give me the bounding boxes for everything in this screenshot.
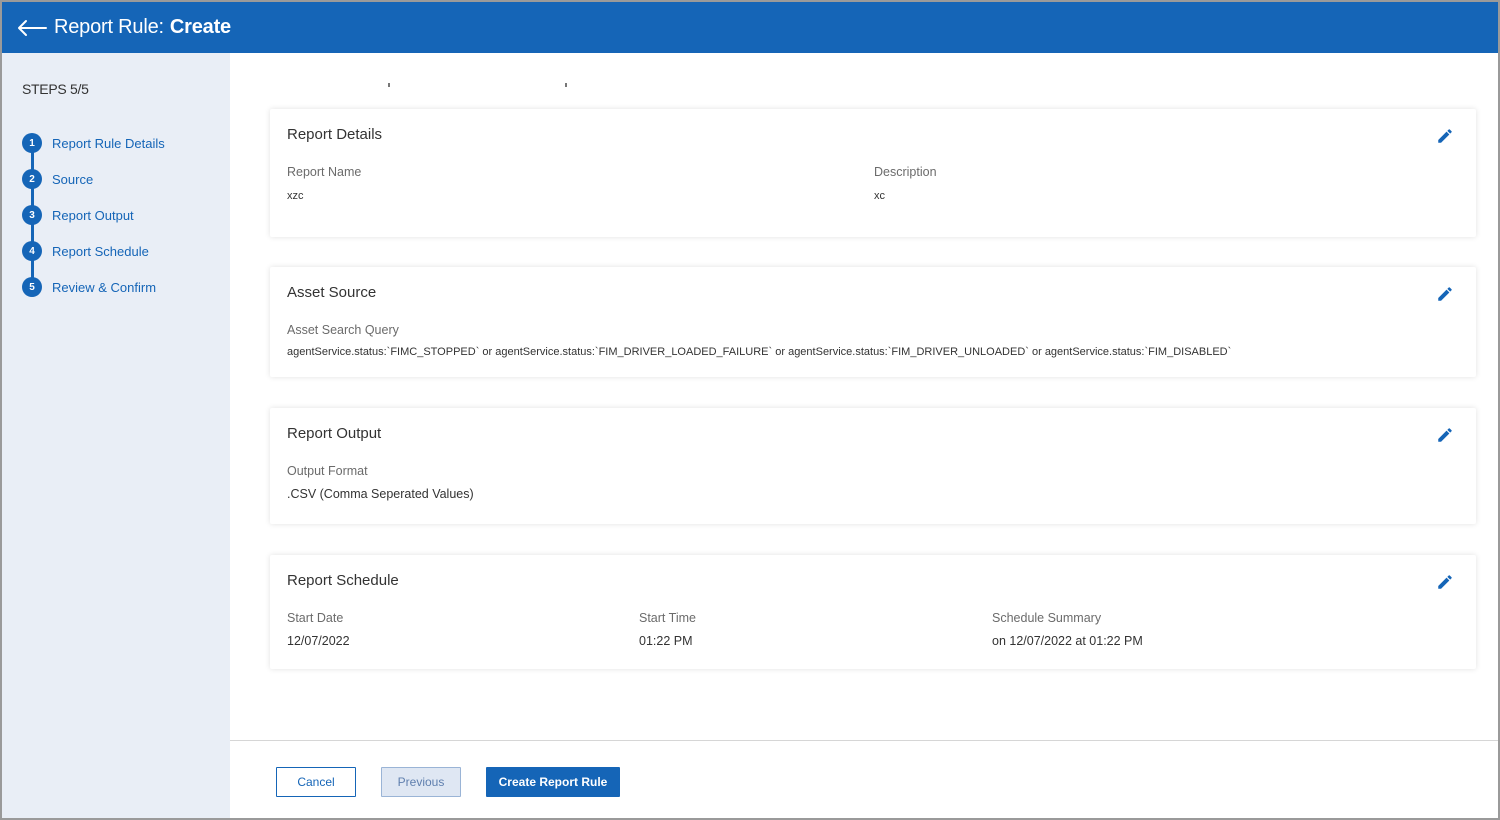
steps-list: 1 Report Rule Details 2 Source 3 Report … <box>22 125 222 305</box>
field-label: Output Format <box>287 464 368 478</box>
page-title: Report Rule: Create <box>54 16 231 39</box>
step-report-rule-details[interactable]: 1 Report Rule Details <box>22 125 222 161</box>
report-output-card: Report Output Output Format .CSV (Comma … <box>270 408 1476 524</box>
step-number: 4 <box>22 241 42 261</box>
cancel-button[interactable]: Cancel <box>276 767 356 797</box>
step-number: 2 <box>22 169 42 189</box>
card-title: Report Details <box>287 126 383 143</box>
field-label: Report Name <box>287 165 362 179</box>
report-schedule-card: Report Schedule Start Date 12/07/2022 St… <box>270 555 1476 669</box>
field-value: xc <box>874 190 885 202</box>
card-title: Report Schedule <box>287 572 399 589</box>
report-name-field: Report Name xzc <box>287 165 361 202</box>
step-label: Source <box>52 171 94 187</box>
field-label: Start Date <box>287 611 344 625</box>
asset-search-query-field: Asset Search Query agentService.status:`… <box>287 323 1231 358</box>
pencil-icon <box>1438 428 1452 442</box>
edit-report-output-button[interactable] <box>1434 424 1456 446</box>
start-date-field: Start Date 12/07/2022 <box>287 611 350 648</box>
previous-button[interactable]: Previous <box>381 767 461 797</box>
create-report-rule-button[interactable]: Create Report Rule <box>486 767 620 797</box>
description-field: Description xc <box>874 165 937 202</box>
field-label: Description <box>874 165 937 179</box>
edit-report-schedule-button[interactable] <box>1434 571 1456 593</box>
clipped-text-remnant <box>385 83 585 91</box>
field-label: Asset Search Query <box>287 323 399 337</box>
pencil-icon <box>1438 287 1452 301</box>
top-header: Report Rule: Create <box>2 2 1498 53</box>
edit-report-details-button[interactable] <box>1434 125 1456 147</box>
report-details-card: Report Details Report Name xzc Descripti… <box>270 109 1476 237</box>
start-time-field: Start Time 01:22 PM <box>639 611 696 648</box>
step-number: 3 <box>22 205 42 225</box>
step-review-confirm[interactable]: 5 Review & Confirm <box>22 269 222 305</box>
field-value: on 12/07/2022 at 01:22 PM <box>992 634 1143 648</box>
field-label: Start Time <box>639 611 696 625</box>
step-source[interactable]: 2 Source <box>22 161 222 197</box>
back-button[interactable] <box>12 13 52 43</box>
card-title: Report Output <box>287 425 382 442</box>
step-label: Report Rule Details <box>52 135 165 151</box>
pencil-icon <box>1438 575 1452 589</box>
field-value: 01:22 PM <box>639 634 693 648</box>
pencil-icon <box>1438 129 1452 143</box>
step-report-output[interactable]: 3 Report Output <box>22 197 222 233</box>
arrow-left-icon <box>18 19 47 36</box>
steps-sidebar: STEPS 5/5 1 Report Rule Details 2 Source… <box>2 53 230 818</box>
field-value: .CSV (Comma Seperated Values) <box>287 487 474 501</box>
asset-source-card: Asset Source Asset Search Query agentSer… <box>270 267 1476 377</box>
page-title-label: Report Rule: <box>54 16 164 38</box>
field-value: xzc <box>287 190 304 202</box>
app-window: Report Rule: Create STEPS 5/5 1 Report Ru… <box>0 0 1500 820</box>
steps-count: STEPS 5/5 <box>22 81 89 97</box>
step-label: Review & Confirm <box>52 279 157 295</box>
output-format-field: Output Format .CSV (Comma Seperated Valu… <box>287 464 474 501</box>
step-label: Report Schedule <box>52 243 149 259</box>
edit-asset-source-button[interactable] <box>1434 283 1456 305</box>
review-content[interactable]: Report Details Report Name xzc Descripti… <box>230 53 1498 740</box>
schedule-summary-field: Schedule Summary on 12/07/2022 at 01:22 … <box>992 611 1143 648</box>
step-report-schedule[interactable]: 4 Report Schedule <box>22 233 222 269</box>
field-value: 12/07/2022 <box>287 634 350 648</box>
step-label: Report Output <box>52 207 134 223</box>
step-number: 1 <box>22 133 42 153</box>
wizard-footer: Cancel Previous Create Report Rule <box>230 740 1498 818</box>
field-value: agentService.status:`FIMC_STOPPED` or ag… <box>287 346 1232 358</box>
card-title: Asset Source <box>287 284 377 301</box>
page-title-action: Create <box>169 16 231 38</box>
field-label: Schedule Summary <box>992 611 1102 625</box>
step-number: 5 <box>22 277 42 297</box>
